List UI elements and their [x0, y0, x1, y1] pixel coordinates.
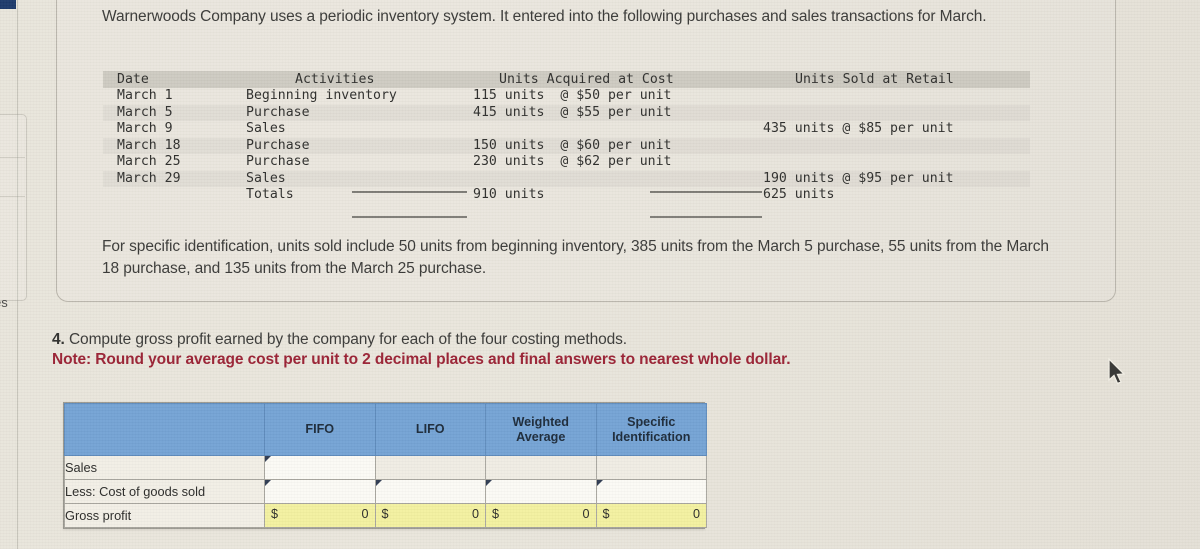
value: 0 — [471, 507, 479, 521]
cell-acquired: 115 units @ $50 per unit — [473, 88, 672, 103]
value: 0 — [361, 507, 369, 521]
header-blank — [64, 403, 265, 456]
header-date: Date — [117, 72, 149, 87]
totals-row: Totals 910 units 625 units — [103, 187, 1030, 204]
cell-activity: Purchase — [246, 154, 310, 169]
table-row-cogs: Less: Cost of goods sold — [64, 479, 707, 504]
totals-sold: 625 units — [763, 187, 835, 202]
header-units-acquired: Units Acquired at Cost — [499, 72, 674, 87]
offscreen-panel-fragment — [0, 114, 27, 301]
gross-profit-fifo-value: $ 0 — [264, 503, 376, 528]
table-row-gross-profit: Gross profit $ 0 $ 0 $ 0 $ 0 — [64, 503, 707, 528]
header-weighted-average: Weighted Average — [485, 403, 597, 456]
answer-table-container: FIFO LIFO Weighted Average Specific Iden… — [63, 402, 707, 529]
answer-table-header-row: FIFO LIFO Weighted Average Specific Iden… — [64, 403, 707, 456]
totals-rule-sold-top — [650, 191, 762, 193]
cogs-specific-identification-input[interactable] — [595, 479, 707, 504]
gross-profit-specific-identification-value: $ 0 — [595, 503, 707, 528]
cell-activity: Purchase — [246, 104, 310, 120]
question-text: Compute gross profit earned by the compa… — [68, 331, 628, 348]
totals-acquired: 910 units — [473, 187, 545, 202]
question-line: 4. Compute gross profit earned by the co… — [52, 331, 627, 349]
currency-symbol: $ — [381, 507, 389, 521]
row-label-gross-profit: Gross profit — [64, 503, 265, 528]
currency-symbol: $ — [492, 507, 500, 521]
cell-activity: Sales — [246, 121, 286, 136]
offscreen-panel-divider-1 — [0, 157, 25, 158]
app-chrome-fragment — [0, 0, 16, 9]
active-cell-marker-icon — [596, 480, 603, 486]
header-specific-identification: Specific Identification — [595, 403, 707, 456]
cut-off-left-label: es — [0, 295, 8, 310]
active-cell-marker-icon — [265, 456, 271, 462]
transactions-header-row: Date Activities Units Acquired at Cost U… — [103, 71, 1030, 88]
offscreen-panel-divider-2 — [0, 196, 25, 197]
table-row: March 5 Purchase 415 units @ $55 per uni… — [103, 104, 1030, 121]
table-row: March 29 Sales 190 units @ $95 per unit — [103, 170, 1030, 187]
specific-identification-note: For specific identification, units sold … — [102, 238, 1049, 277]
cell-sold: 190 units @ $95 per unit — [763, 170, 954, 186]
table-row: March 9 Sales 435 units @ $85 per unit — [103, 121, 1030, 138]
cell-acquired: 415 units @ $55 per unit — [473, 104, 672, 120]
cell-acquired: 150 units @ $60 per unit — [473, 137, 672, 153]
table-row: March 18 Purchase 150 units @ $60 per un… — [103, 137, 1030, 154]
cell-date: March 1 — [117, 88, 173, 103]
header-fifo: FIFO — [264, 403, 376, 456]
cogs-lifo-input[interactable] — [374, 479, 486, 504]
gross-profit-table: FIFO LIFO Weighted Average Specific Iden… — [64, 403, 707, 528]
cogs-weighted-average-input[interactable] — [485, 479, 597, 504]
totals-label: Totals — [246, 187, 294, 202]
sales-lifo-input[interactable] — [374, 455, 486, 480]
cell-activity: Purchase — [246, 137, 310, 153]
gross-profit-weighted-average-value: $ 0 — [485, 503, 597, 528]
header-weighted-average-line2: Average — [516, 429, 566, 444]
cell-date: March 9 — [117, 121, 173, 136]
table-row-sales: Sales — [64, 455, 707, 480]
totals-rule-sold-bottom — [650, 216, 762, 218]
transactions-table: Date Activities Units Acquired at Cost U… — [103, 71, 1030, 204]
question-note: Note: Round your average cost per unit t… — [52, 351, 791, 368]
cell-acquired: 230 units @ $62 per unit — [473, 154, 672, 169]
cell-date: March 5 — [117, 104, 173, 120]
totals-rule-acquired-top — [352, 191, 467, 193]
header-specific-identification-line2: Identification — [612, 429, 691, 444]
cell-activity: Sales — [246, 170, 286, 186]
sales-specific-identification-input[interactable] — [595, 455, 707, 480]
cell-date: March 18 — [117, 137, 181, 153]
active-cell-marker-icon — [265, 480, 271, 486]
gross-profit-lifo-value: $ 0 — [374, 503, 486, 528]
header-lifo: LIFO — [374, 403, 486, 456]
currency-symbol: $ — [602, 507, 610, 521]
table-row: March 25 Purchase 230 units @ $62 per un… — [103, 154, 1030, 171]
row-label-cost-of-goods-sold: Less: Cost of goods sold — [64, 479, 265, 504]
header-activities: Activities — [295, 72, 375, 87]
cogs-fifo-input[interactable] — [264, 479, 376, 504]
header-weighted-average-line1: Weighted — [512, 414, 569, 429]
sales-fifo-input[interactable] — [264, 455, 376, 480]
active-cell-marker-icon — [375, 480, 382, 486]
cell-activity: Beginning inventory — [246, 88, 397, 103]
totals-rule-acquired-bottom — [352, 216, 467, 218]
currency-symbol: $ — [271, 507, 279, 521]
sales-weighted-average-input[interactable] — [485, 455, 597, 480]
header-units-sold: Units Sold at Retail — [795, 72, 954, 87]
row-label-sales: Sales — [64, 455, 265, 480]
cell-sold: 435 units @ $85 per unit — [763, 121, 954, 136]
table-row: March 1 Beginning inventory 115 units @ … — [103, 88, 1030, 105]
mouse-pointer-icon — [1107, 357, 1127, 391]
value: 0 — [692, 507, 700, 521]
header-specific-identification-line1: Specific — [627, 414, 676, 429]
cell-date: March 29 — [117, 170, 181, 186]
value: 0 — [582, 507, 590, 521]
problem-intro-text: Warnerwoods Company uses a periodic inve… — [102, 8, 987, 25]
question-number: 4. — [52, 331, 65, 348]
cell-date: March 25 — [117, 154, 181, 169]
active-cell-marker-icon — [486, 480, 492, 486]
